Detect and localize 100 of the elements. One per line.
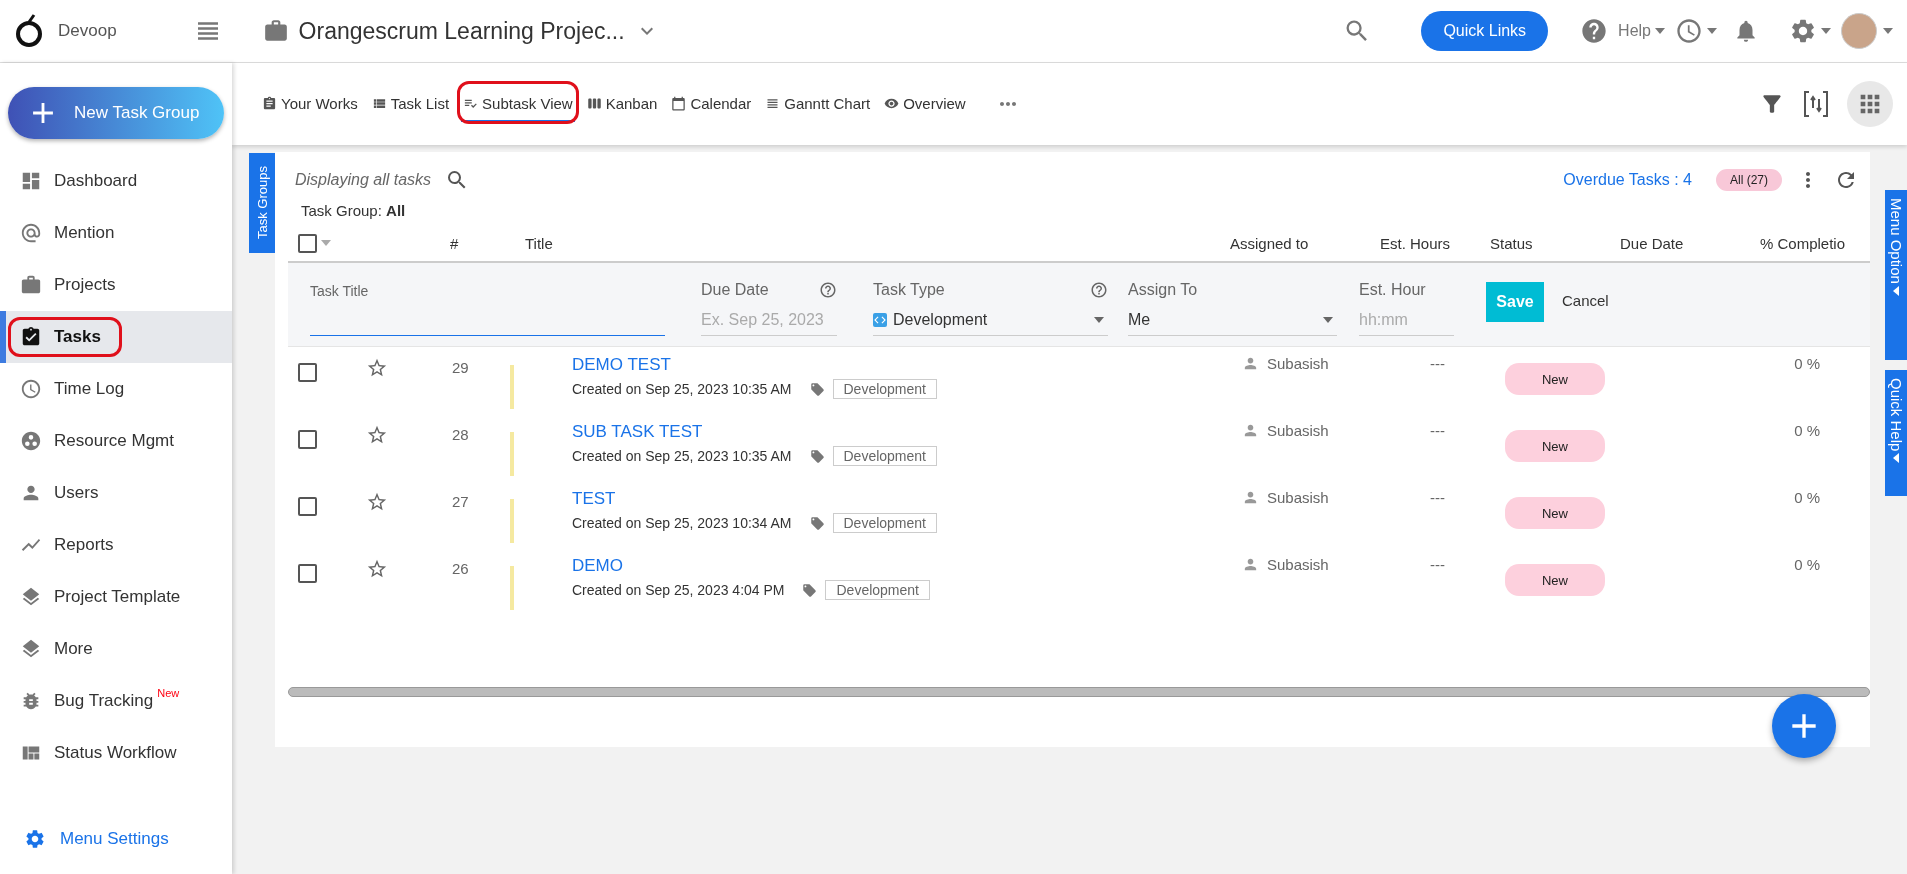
field-label: Task Type (873, 281, 945, 299)
tab-label: Ganntt Chart (784, 94, 871, 112)
row-checkbox[interactable] (298, 497, 317, 516)
row-checkbox[interactable] (298, 430, 317, 449)
help-menu[interactable]: Help (1618, 22, 1651, 40)
assignee-name: Subasish (1267, 355, 1329, 372)
due-date-field[interactable]: Ex. Sep 25, 2023 (701, 305, 837, 336)
created-date: Created on Sep 25, 2023 4:04 PM (572, 582, 785, 598)
clipboard-icon (262, 95, 277, 111)
sidebar-item[interactable]: Project Template (0, 571, 232, 623)
view-tab[interactable]: Calendar (669, 86, 754, 122)
tag-icon (809, 515, 825, 531)
brand-name: Devoop (58, 21, 117, 41)
view-tab[interactable]: Subtask View (461, 86, 575, 122)
priority-bar (510, 566, 514, 610)
person-icon (1242, 422, 1259, 439)
created-date: Created on Sep 25, 2023 10:35 AM (572, 381, 792, 397)
project-title[interactable]: Orangescrum Learning Projec... (298, 17, 625, 45)
task-number: 27 (451, 493, 470, 510)
sidebar-label: Resource Mgmt (54, 431, 174, 451)
select-all-checkbox[interactable] (298, 233, 317, 253)
caret-icon[interactable] (1655, 28, 1665, 34)
task-groups-tab[interactable]: Task Groups (249, 153, 275, 253)
logo-icon (14, 14, 44, 48)
horizontal-scrollbar[interactable] (288, 687, 1870, 697)
column-header: Title (524, 234, 554, 252)
help-outline-icon[interactable] (819, 281, 837, 299)
sidebar-label: Status Workflow (54, 743, 177, 763)
completion-value: 0 % (1793, 355, 1821, 372)
task-title-link[interactable]: DEMO (572, 556, 623, 576)
sidebar-item[interactable]: More (0, 623, 232, 675)
add-task-fab[interactable] (1772, 694, 1836, 758)
calendar-icon (671, 95, 687, 111)
completion-value: 0 % (1793, 422, 1821, 439)
task-title-link[interactable]: DEMO TEST (572, 355, 671, 375)
sidebar-item[interactable]: Time Log (0, 363, 232, 415)
view-tab[interactable]: Task List (369, 86, 452, 122)
settings-icon[interactable] (1789, 17, 1817, 45)
priority-bar (510, 365, 514, 409)
view-tab[interactable]: Your Works (260, 86, 360, 122)
caret-icon[interactable] (1821, 28, 1831, 34)
status-badge: New (1505, 430, 1605, 462)
star-icon[interactable] (366, 558, 388, 580)
row-checkbox[interactable] (298, 363, 317, 382)
sidebar-item[interactable]: Dashboard (0, 155, 232, 207)
star-icon[interactable] (366, 424, 388, 446)
apps-grid-button[interactable] (1847, 81, 1893, 127)
displaying-text: Displaying all tasks (295, 171, 432, 189)
menu-settings-link[interactable]: Menu Settings (0, 828, 232, 850)
overdue-tasks-link[interactable]: Overdue Tasks : 4 (1563, 171, 1692, 189)
task-title-link[interactable]: SUB TASK TEST (572, 422, 703, 442)
sidebar-label: Project Template (54, 587, 181, 607)
sidebar-item[interactable]: Status Workflow (0, 727, 232, 779)
quick-help-tab[interactable]: Quick Help (1885, 370, 1907, 496)
sidebar-item[interactable]: Bug Tracking $^{New}$ (0, 675, 232, 727)
quick-links-button[interactable]: Quick Links (1421, 11, 1549, 51)
est-hour-field[interactable]: hh:mm (1359, 305, 1454, 336)
cancel-button[interactable]: Cancel (1556, 291, 1615, 310)
sidebar-label: Mention (54, 223, 115, 243)
star-icon[interactable] (366, 491, 388, 513)
sidebar-item[interactable]: Reports (0, 519, 232, 571)
sidebar-item[interactable]: Resource Mgmt (0, 415, 232, 467)
caret-icon (1893, 285, 1899, 296)
task-number: 26 (451, 560, 470, 577)
sort-bracket-icon[interactable] (1803, 90, 1829, 118)
caret-icon[interactable] (1883, 28, 1893, 34)
sidebar-item[interactable]: Mention (0, 207, 232, 259)
sidebar-label: Bug Tracking (54, 691, 154, 711)
view-tab[interactable]: Overview (882, 86, 968, 122)
view-tab[interactable]: Kanban (584, 86, 660, 122)
clipboard-check-icon (20, 326, 42, 348)
filter-badge[interactable]: All (27) (1716, 169, 1782, 191)
caret-icon[interactable] (1707, 28, 1717, 34)
created-date: Created on Sep 25, 2023 10:34 AM (572, 515, 792, 531)
sidebar-item[interactable]: Projects (0, 259, 232, 311)
sidebar-label: Reports (54, 535, 114, 555)
caret-icon (1094, 317, 1104, 323)
clock-icon[interactable] (1675, 17, 1703, 45)
sidebar-item[interactable]: Tasks (0, 311, 232, 363)
task-type-select[interactable]: Development (873, 305, 1108, 336)
view-tab[interactable]: Ganntt Chart (763, 86, 873, 122)
person-icon (1242, 489, 1259, 506)
row-checkbox[interactable] (298, 564, 317, 583)
task-title-link[interactable]: TEST (572, 489, 616, 509)
tab-label: Kanban (605, 94, 658, 112)
sidebar-label: Tasks (54, 327, 101, 347)
layers-icon (20, 638, 42, 660)
est-hours-value: --- (1429, 422, 1446, 439)
assign-to-select[interactable]: Me (1128, 305, 1337, 336)
briefcase-icon (20, 274, 42, 296)
tab-label: Calendar (690, 94, 752, 112)
menu-option-tab[interactable]: Menu Option (1885, 190, 1907, 360)
task-number: 28 (451, 426, 470, 443)
help-icon[interactable] (1580, 17, 1609, 45)
field-label: Due Date (701, 281, 769, 299)
sidebar-label: Users (54, 483, 99, 503)
help-outline-icon[interactable] (1090, 281, 1108, 299)
task-type-tag: Development (832, 379, 937, 399)
star-icon[interactable] (366, 357, 388, 379)
sidebar-item[interactable]: Users (0, 467, 232, 519)
